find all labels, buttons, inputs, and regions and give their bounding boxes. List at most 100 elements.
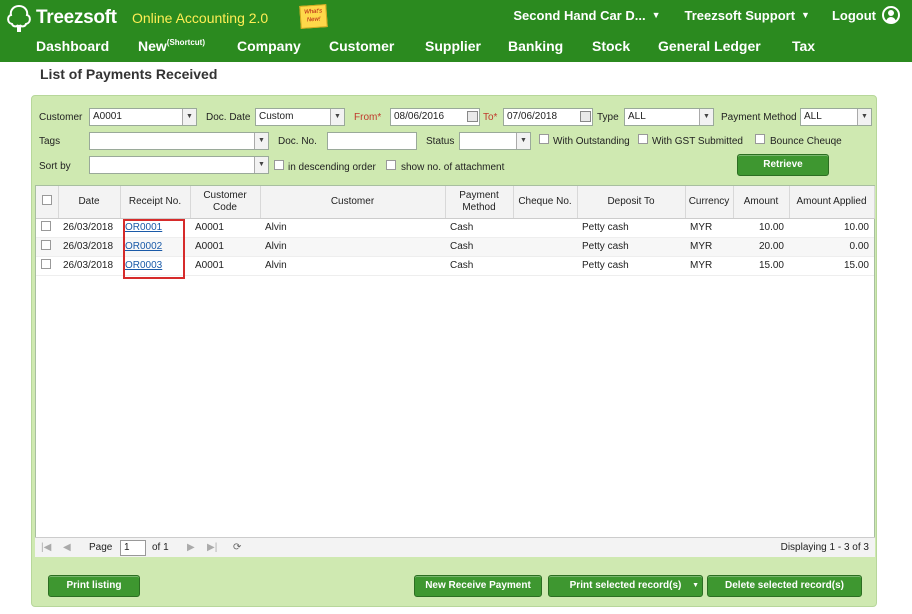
caret-down-icon: ▼ [651, 10, 661, 20]
status-select[interactable]: ▼ [459, 132, 531, 150]
action-bar: Print listing New Receive Payment Print … [32, 566, 876, 606]
refresh-icon[interactable]: ⟳ [233, 542, 241, 553]
status-label: Status [426, 136, 455, 147]
col-receipt-no[interactable]: Receipt No. [120, 186, 191, 219]
nav-new-shortcut: (Shortcut) [166, 38, 206, 47]
desc-order-checkbox[interactable] [274, 160, 284, 170]
chevron-down-icon: ▼ [330, 109, 344, 125]
cell-deposit: Petty cash [577, 256, 685, 276]
chevron-down-icon: ▼ [254, 157, 268, 173]
user-icon[interactable] [882, 6, 900, 24]
nav-new[interactable]: New(Shortcut) [138, 38, 205, 54]
new-receive-payment-button[interactable]: New Receive Payment [414, 575, 542, 597]
logo[interactable]: Treezsoft [4, 3, 117, 33]
desc-order-label: in descending order [288, 162, 376, 173]
cell-method: Cash [445, 218, 513, 238]
company-name: Second Hand Car D... [513, 7, 646, 23]
col-deposit-to[interactable]: Deposit To [577, 186, 686, 219]
receipt-link[interactable]: OR0003 [125, 260, 162, 271]
docdate-label: Doc. Date [206, 112, 251, 123]
company-menu[interactable]: Second Hand Car D... ▼ [513, 8, 660, 23]
product-name: Online Accounting 2.0 [132, 10, 269, 26]
cell-customer: Alvin [260, 256, 445, 276]
logout-link[interactable]: Logout [832, 8, 876, 23]
docdate-select[interactable]: Custom ▼ [255, 108, 345, 126]
type-select[interactable]: ALL ▼ [624, 108, 714, 126]
table-row[interactable]: 26/03/2018 OR0002 A0001 Alvin Cash Petty… [36, 237, 874, 257]
row-checkbox[interactable] [41, 240, 51, 250]
nav-company[interactable]: Company [237, 38, 301, 54]
cell-deposit: Petty cash [577, 218, 685, 238]
tags-select[interactable]: ▼ [89, 132, 269, 150]
calendar-icon[interactable] [580, 111, 591, 122]
displaying-count: Displaying 1 - 3 of 3 [780, 542, 869, 553]
first-page-icon[interactable]: |◀ [41, 542, 51, 553]
receipt-link[interactable]: OR0001 [125, 222, 162, 233]
nav-general-ledger[interactable]: General Ledger [658, 38, 761, 54]
col-date[interactable]: Date [58, 186, 121, 219]
logout-label: Logout [831, 7, 876, 23]
with-outstanding-checkbox[interactable] [539, 134, 549, 144]
select-all-header[interactable] [36, 186, 59, 219]
calendar-icon[interactable] [467, 111, 478, 122]
cell-method: Cash [445, 256, 513, 276]
prev-page-icon[interactable]: ◀ [63, 542, 71, 553]
row-checkbox[interactable] [41, 259, 51, 269]
nav-customer[interactable]: Customer [329, 38, 394, 54]
to-date-input[interactable]: 07/06/2018 [503, 108, 593, 126]
chevron-down-icon[interactable]: ▼ [692, 576, 699, 596]
bounce-cheque-checkbox[interactable] [755, 134, 765, 144]
cell-receipt: OR0002 [120, 237, 190, 257]
row-select[interactable] [36, 218, 58, 238]
sortby-select[interactable]: ▼ [89, 156, 269, 174]
from-label: From* [354, 112, 382, 123]
nav-dashboard[interactable]: Dashboard [36, 38, 109, 54]
last-page-icon[interactable]: ▶| [207, 542, 217, 553]
support-menu[interactable]: Treezsoft Support ▼ [685, 8, 810, 23]
nav-supplier[interactable]: Supplier [425, 38, 481, 54]
cell-customer: Alvin [260, 237, 445, 257]
nav-stock[interactable]: Stock [592, 38, 630, 54]
row-select[interactable] [36, 256, 58, 276]
col-amount[interactable]: Amount [733, 186, 790, 219]
show-attachment-label: show no. of attachment [401, 162, 505, 173]
page-label: Page [89, 542, 113, 553]
payments-panel: Customer A0001 ▼ Doc. Date Custom ▼ From… [31, 95, 877, 607]
row-select[interactable] [36, 237, 58, 257]
cell-date: 26/03/2018 [58, 256, 120, 276]
col-currency[interactable]: Currency [685, 186, 734, 219]
col-cheque-no[interactable]: Cheque No. [513, 186, 578, 219]
cell-date: 26/03/2018 [58, 218, 120, 238]
filter-form: Customer A0001 ▼ Doc. Date Custom ▼ From… [32, 96, 876, 184]
whats-new-note[interactable]: What's New! [299, 4, 328, 29]
print-listing-button[interactable]: Print listing [48, 575, 140, 597]
type-value: ALL [628, 111, 646, 122]
row-checkbox[interactable] [41, 221, 51, 231]
page-number-input[interactable]: 1 [120, 540, 146, 556]
to-date-value: 07/06/2018 [507, 111, 558, 122]
nav-tax[interactable]: Tax [792, 38, 815, 54]
nav-banking[interactable]: Banking [508, 38, 563, 54]
table-row[interactable]: 26/03/2018 OR0001 A0001 Alvin Cash Petty… [36, 218, 874, 238]
print-selected-button[interactable]: Print selected record(s) ▼ [548, 575, 703, 597]
receipt-link[interactable]: OR0002 [125, 241, 162, 252]
docno-input[interactable] [327, 132, 417, 150]
with-gst-checkbox[interactable] [638, 134, 648, 144]
next-page-icon[interactable]: ▶ [187, 542, 195, 553]
payment-method-label: Payment Method [721, 112, 797, 123]
chevron-down-icon: ▼ [699, 109, 713, 125]
page-of-label: of 1 [152, 542, 169, 553]
col-amount-applied[interactable]: Amount Applied [789, 186, 875, 219]
show-attachment-checkbox[interactable] [386, 160, 396, 170]
cell-currency: MYR [685, 256, 733, 276]
payment-method-select[interactable]: ALL ▼ [800, 108, 872, 126]
customer-select[interactable]: A0001 ▼ [89, 108, 197, 126]
delete-selected-button[interactable]: Delete selected record(s) [707, 575, 862, 597]
col-customer[interactable]: Customer [260, 186, 446, 219]
table-row[interactable]: 26/03/2018 OR0003 A0001 Alvin Cash Petty… [36, 256, 874, 276]
retrieve-button[interactable]: Retrieve [737, 154, 829, 176]
col-customer-code[interactable]: Customer Code [190, 186, 261, 219]
col-payment-method[interactable]: Payment Method [445, 186, 514, 219]
from-date-input[interactable]: 08/06/2016 [390, 108, 480, 126]
select-all-checkbox[interactable] [41, 194, 52, 205]
